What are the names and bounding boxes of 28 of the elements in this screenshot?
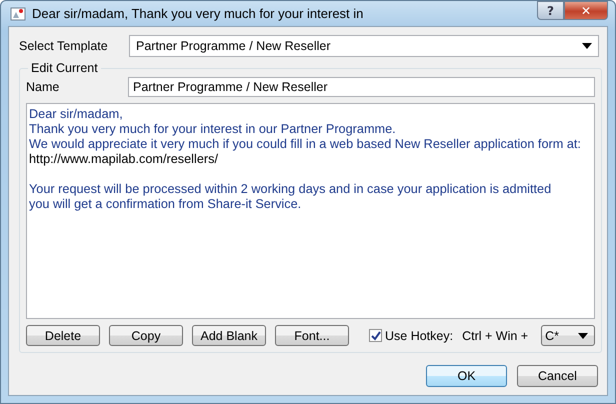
hotkey-dropdown[interactable]: C*: [541, 325, 596, 346]
field-label: Name: [26, 80, 60, 94]
action-button[interactable]: Font...: [275, 325, 349, 346]
group-title: Edit Current: [30, 61, 99, 75]
url-text: http://www.mapilab.com/resellers/: [29, 152, 219, 167]
action-button[interactable]: Copy: [109, 325, 183, 346]
text-line: We would appreciate it very much if you could fill in a web based New Reseller application form at:: [29, 137, 582, 152]
text-line: you will get a confirmation from Share-it Service.: [29, 197, 302, 212]
close-button[interactable]: ✕: [564, 1, 608, 20]
text-line: Your request will be processed within 2 working days and in case your application is admitted: [29, 182, 552, 197]
name-field[interactable]: Partner Programme / New Reseller: [128, 77, 596, 97]
text-line: Dear sir/madam,: [29, 107, 124, 122]
template-dropdown[interactable]: Partner Programme / New Reseller: [129, 35, 599, 57]
ok-button[interactable]: OK: [426, 365, 507, 387]
help-button[interactable]: ?: [537, 1, 564, 20]
dropdown-arrow-icon: [582, 43, 592, 49]
action-button[interactable]: Add Blank: [192, 325, 266, 346]
app-icon: [10, 6, 26, 22]
template-text-area[interactable]: [26, 103, 596, 319]
dropdown-arrow-icon: [578, 332, 588, 338]
action-button[interactable]: Delete: [26, 325, 100, 346]
hotkey-prefix: Ctrl + Win +: [462, 328, 528, 342]
cancel-button[interactable]: Cancel: [517, 365, 598, 387]
checkbox-label: Use Hotkey:: [385, 328, 454, 342]
checkbox[interactable]: [369, 329, 382, 342]
text-line: Thank you very much for your interest in our Partner Programme.: [29, 122, 397, 137]
field-label: Select Template: [19, 39, 109, 53]
window-title: Dear sir/madam, Thank you very much for your interest in: [32, 6, 364, 21]
